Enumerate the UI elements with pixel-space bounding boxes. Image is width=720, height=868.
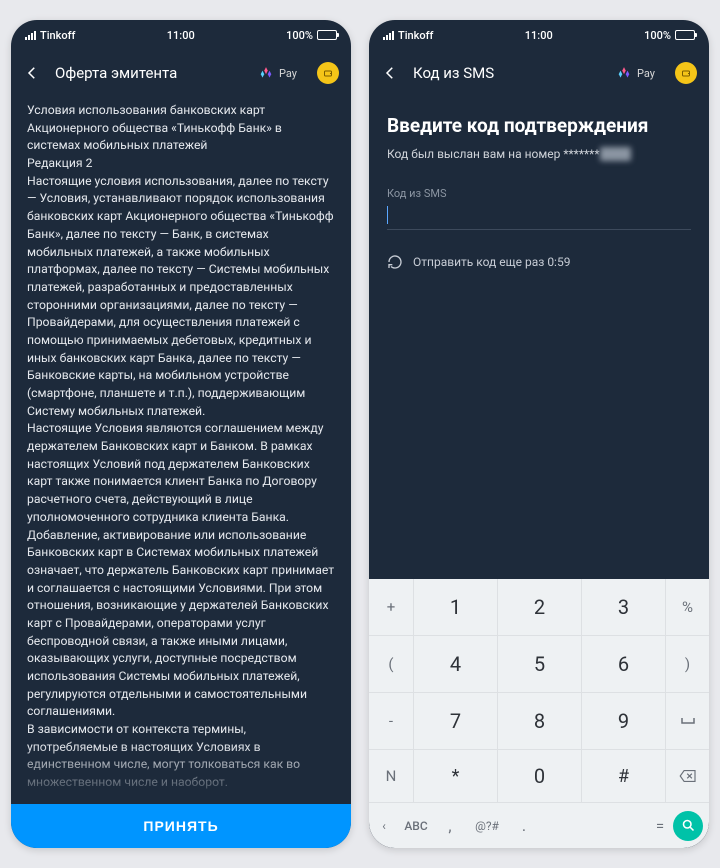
- battery-label: 100%: [644, 29, 671, 42]
- key-7[interactable]: 7: [413, 693, 497, 749]
- resend-label: Отправить код еще раз 0:59: [413, 255, 570, 269]
- clock: 11:00: [525, 29, 553, 42]
- input-label: Код из SMS: [387, 187, 691, 200]
- terms-edition: Редакция 2: [27, 155, 335, 173]
- key-space[interactable]: [665, 693, 709, 749]
- key-9[interactable]: 9: [581, 693, 665, 749]
- pay-label: Pay: [279, 67, 297, 80]
- key-n[interactable]: N: [369, 750, 413, 802]
- page-heading: Введите код подтверждения: [387, 114, 691, 137]
- pay-logo-icon: [259, 66, 273, 80]
- sms-content: Введите код подтверждения Код был выслан…: [369, 96, 709, 270]
- signal-icon: [25, 30, 36, 40]
- appbar-title: Оферта эмитента: [55, 64, 245, 82]
- back-button[interactable]: [381, 64, 399, 82]
- key-4[interactable]: 4: [413, 636, 497, 692]
- text-caret: [387, 206, 388, 224]
- wallet-coin-icon[interactable]: [317, 62, 339, 84]
- key-paren-right[interactable]: ): [665, 636, 709, 692]
- key-dot[interactable]: .: [513, 803, 535, 848]
- terms-heading: Условия использования банковских карт Ак…: [27, 102, 335, 155]
- search-fab[interactable]: [673, 811, 703, 841]
- key-2[interactable]: 2: [497, 579, 581, 635]
- key-3[interactable]: 3: [581, 579, 665, 635]
- sent-prefix: Код был выслан вам на номер: [387, 147, 563, 161]
- search-icon: [681, 818, 696, 833]
- terms-paragraph: Настоящие Условия являются соглашением м…: [27, 420, 335, 721]
- terms-content[interactable]: Условия использования банковских карт Ак…: [11, 96, 351, 848]
- key-8[interactable]: 8: [497, 693, 581, 749]
- appbar-title: Код из SMS: [413, 64, 603, 82]
- key-6[interactable]: 6: [581, 636, 665, 692]
- key-symbols[interactable]: @?#: [463, 803, 511, 848]
- keyboard-bottom-strip: ‹ ABC , @?# . =: [369, 802, 709, 848]
- phone-left: Tinkoff 11:00 100% Оферта эмитента Pay У…: [11, 20, 351, 848]
- pay-logo-icon: [617, 66, 631, 80]
- pay-label: Pay: [637, 67, 655, 80]
- status-bar: Tinkoff 11:00 100%: [11, 20, 351, 50]
- key-percent[interactable]: %: [665, 579, 709, 635]
- accept-label: ПРИНЯТЬ: [143, 818, 218, 834]
- status-bar: Tinkoff 11:00 100%: [369, 20, 709, 50]
- key-minus[interactable]: -: [369, 693, 413, 749]
- key-backspace[interactable]: [665, 750, 709, 802]
- phone-right: Tinkoff 11:00 100% Код из SMS Pay Введит…: [369, 20, 709, 848]
- carrier-label: Tinkoff: [40, 29, 75, 42]
- key-5[interactable]: 5: [497, 636, 581, 692]
- numeric-keyboard: + 1 2 3 % ( 4 5 6 ) - 7 8 9 N * 0 #: [369, 579, 709, 848]
- key-abc[interactable]: ABC: [395, 803, 437, 848]
- wallet-coin-icon[interactable]: [675, 62, 697, 84]
- key-1[interactable]: 1: [413, 579, 497, 635]
- terms-paragraph: В зависимости от контекста термины, упот…: [27, 721, 335, 792]
- pay-badge[interactable]: Pay: [617, 66, 655, 80]
- backspace-icon: [678, 769, 698, 783]
- key-comma[interactable]: ,: [439, 803, 461, 848]
- key-star[interactable]: *: [413, 750, 497, 802]
- key-left-blank[interactable]: ‹: [375, 803, 393, 848]
- key-0[interactable]: 0: [497, 750, 581, 802]
- battery-icon: [317, 30, 337, 40]
- signal-icon: [383, 30, 394, 40]
- terms-paragraph: Настоящие условия использования, далее п…: [27, 173, 335, 421]
- key-plus[interactable]: +: [369, 579, 413, 635]
- refresh-icon: [387, 254, 403, 270]
- space-icon: [680, 716, 696, 726]
- key-hash[interactable]: #: [581, 750, 665, 802]
- clock: 11:00: [167, 29, 195, 42]
- sms-code-input[interactable]: [387, 202, 691, 230]
- resend-row[interactable]: Отправить код еще раз 0:59: [387, 254, 691, 270]
- back-button[interactable]: [23, 64, 41, 82]
- key-equals[interactable]: =: [649, 803, 671, 848]
- app-bar: Код из SMS Pay: [369, 50, 709, 96]
- key-paren-left[interactable]: (: [369, 636, 413, 692]
- phone-mask: *******: [563, 147, 599, 161]
- battery-icon: [675, 30, 695, 40]
- app-bar: Оферта эмитента Pay: [11, 50, 351, 96]
- carrier-label: Tinkoff: [398, 29, 433, 42]
- pay-badge[interactable]: Pay: [259, 66, 297, 80]
- phone-blur: 0000: [600, 147, 631, 161]
- accept-button[interactable]: ПРИНЯТЬ: [11, 804, 351, 848]
- battery-label: 100%: [286, 29, 313, 42]
- sent-to-text: Код был выслан вам на номер *******0000: [387, 147, 691, 161]
